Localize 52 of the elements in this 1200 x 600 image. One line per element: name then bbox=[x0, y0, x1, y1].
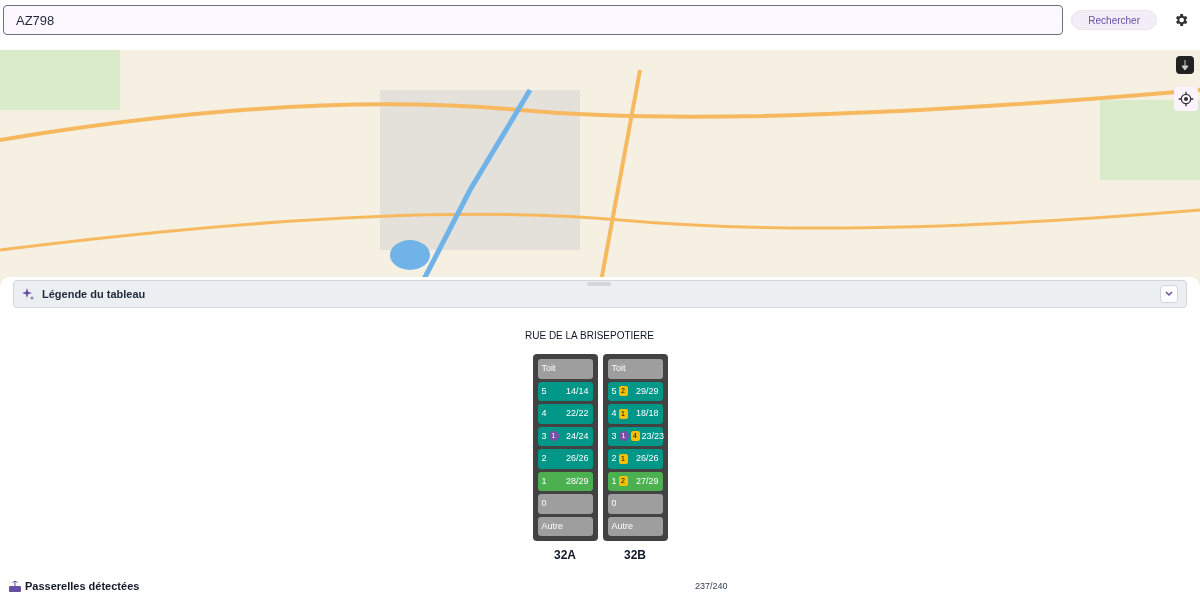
occupancy-count: 14/14 bbox=[565, 384, 589, 398]
router-icon bbox=[9, 580, 21, 593]
floor-label: 2 bbox=[611, 452, 617, 465]
occupancy-count: 26/26 bbox=[565, 452, 589, 465]
occupancy-count: 22/22 bbox=[565, 407, 589, 420]
occupancy-count: 23/23 bbox=[641, 429, 665, 443]
floor-label: Autre bbox=[541, 519, 563, 533]
sparkle-icon bbox=[22, 288, 34, 300]
floor-row[interactable]: 4 22/22 bbox=[537, 404, 593, 424]
floor-label: 3 bbox=[611, 429, 617, 443]
occupancy-count: 27/29 bbox=[635, 474, 659, 488]
floor-row[interactable]: Autre bbox=[537, 516, 593, 536]
building-name: 32A bbox=[554, 547, 576, 564]
floor-label: 4 bbox=[541, 407, 547, 420]
legend-title: Légende du tableau bbox=[42, 286, 147, 302]
gateways-title: Passerelles détectées bbox=[25, 579, 141, 594]
arrow-down-icon bbox=[1181, 60, 1189, 70]
floor-label: 3 bbox=[541, 429, 547, 443]
floor-row[interactable]: Toit bbox=[537, 359, 593, 379]
occupancy-count: 29/29 bbox=[635, 384, 659, 398]
occupancy-count: 24/24 bbox=[565, 429, 589, 443]
locate-icon bbox=[1178, 91, 1194, 107]
floor-label: 1 bbox=[541, 474, 547, 488]
locate-button[interactable] bbox=[1174, 87, 1198, 111]
floor-row[interactable]: 1 28/29 bbox=[537, 471, 593, 491]
floor-label: 5 bbox=[611, 384, 617, 398]
compass-button[interactable] bbox=[1176, 56, 1194, 74]
occupancy-count: 28/29 bbox=[565, 474, 589, 488]
building-name: 32B bbox=[624, 547, 646, 564]
floor-label: Autre bbox=[611, 519, 633, 533]
occupancy-count: 18/18 bbox=[635, 407, 659, 420]
floor-label: 1 bbox=[611, 474, 617, 488]
floor-row[interactable]: 2 26/26 bbox=[537, 449, 593, 469]
search-button[interactable]: Rechercher bbox=[1071, 10, 1157, 30]
legend-panel[interactable]: Légende du tableau bbox=[13, 280, 1187, 308]
floor-row[interactable]: 0 bbox=[607, 494, 663, 514]
floor-row[interactable]: Toit bbox=[607, 359, 663, 379]
floor-label: 5 bbox=[541, 384, 547, 398]
floor-label: Toit bbox=[541, 362, 556, 375]
occupancy-count: 26/26 bbox=[635, 452, 659, 465]
floor-row[interactable]: Autre bbox=[607, 516, 663, 536]
street-name: RUE DE LA BRISEPOTIERE bbox=[525, 330, 654, 341]
floor-label: 0 bbox=[541, 497, 547, 510]
floor-label: 4 bbox=[611, 407, 617, 420]
gateways-count: 237/240 bbox=[695, 579, 728, 593]
search-field[interactable]: AZ798 bbox=[3, 5, 1064, 35]
floor-label: 2 bbox=[541, 452, 547, 465]
floor-row[interactable]: 5 14/14 bbox=[537, 381, 593, 401]
settings-icon[interactable] bbox=[1173, 12, 1189, 28]
floor-label: 0 bbox=[611, 497, 617, 510]
floor-label: Toit bbox=[611, 362, 626, 375]
floor-row[interactable]: 0 bbox=[537, 494, 593, 514]
